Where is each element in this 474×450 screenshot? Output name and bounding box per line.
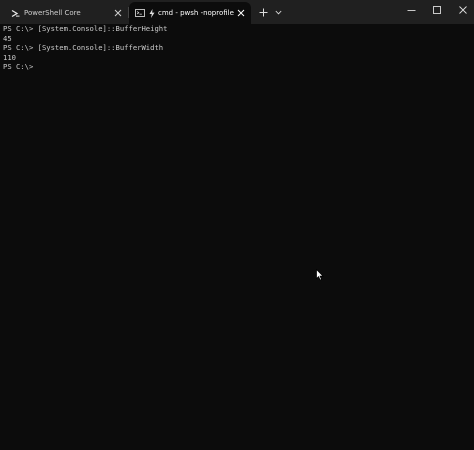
console-line: PS C:\> [System.Console]::BufferWidth — [3, 43, 164, 53]
close-tab-icon[interactable] — [112, 7, 124, 19]
lightning-icon — [149, 8, 155, 18]
maximize-icon — [433, 6, 441, 14]
tab-label: cmd - pwsh -noprofile — [158, 9, 234, 17]
mouse-pointer-icon — [316, 269, 324, 281]
maximize-button[interactable] — [423, 0, 451, 20]
cmd-icon — [135, 8, 145, 18]
new-tab-button[interactable] — [256, 4, 270, 20]
close-window-button[interactable] — [449, 0, 474, 20]
tab-bar: PowerShell Core cmd - pwsh -noprofile — [0, 0, 474, 24]
console-line: 45 — [3, 33, 12, 43]
chevron-down-icon — [274, 10, 282, 14]
minimize-button[interactable] — [397, 0, 425, 20]
powershell-icon — [10, 8, 20, 18]
console-line: PS C:\> [System.Console]::BufferHeight — [3, 24, 168, 33]
console-output[interactable]: PS C:\> [System.Console]::BufferHeight 4… — [0, 24, 474, 450]
tab-cmd-pwsh[interactable]: cmd - pwsh -noprofile — [129, 2, 251, 24]
console-prompt: PS C:\> — [3, 62, 34, 72]
tab-label: PowerShell Core — [24, 9, 81, 17]
terminal-window: PowerShell Core cmd - pwsh -noprofile PS… — [0, 0, 474, 450]
tab-dropdown-button[interactable] — [272, 4, 284, 20]
console-line: 110 — [3, 52, 16, 62]
plus-icon — [259, 8, 267, 16]
minimize-icon — [407, 9, 415, 11]
close-icon — [459, 6, 467, 14]
tab-powershell-core[interactable]: PowerShell Core — [4, 2, 128, 24]
close-tab-icon[interactable] — [235, 7, 247, 19]
